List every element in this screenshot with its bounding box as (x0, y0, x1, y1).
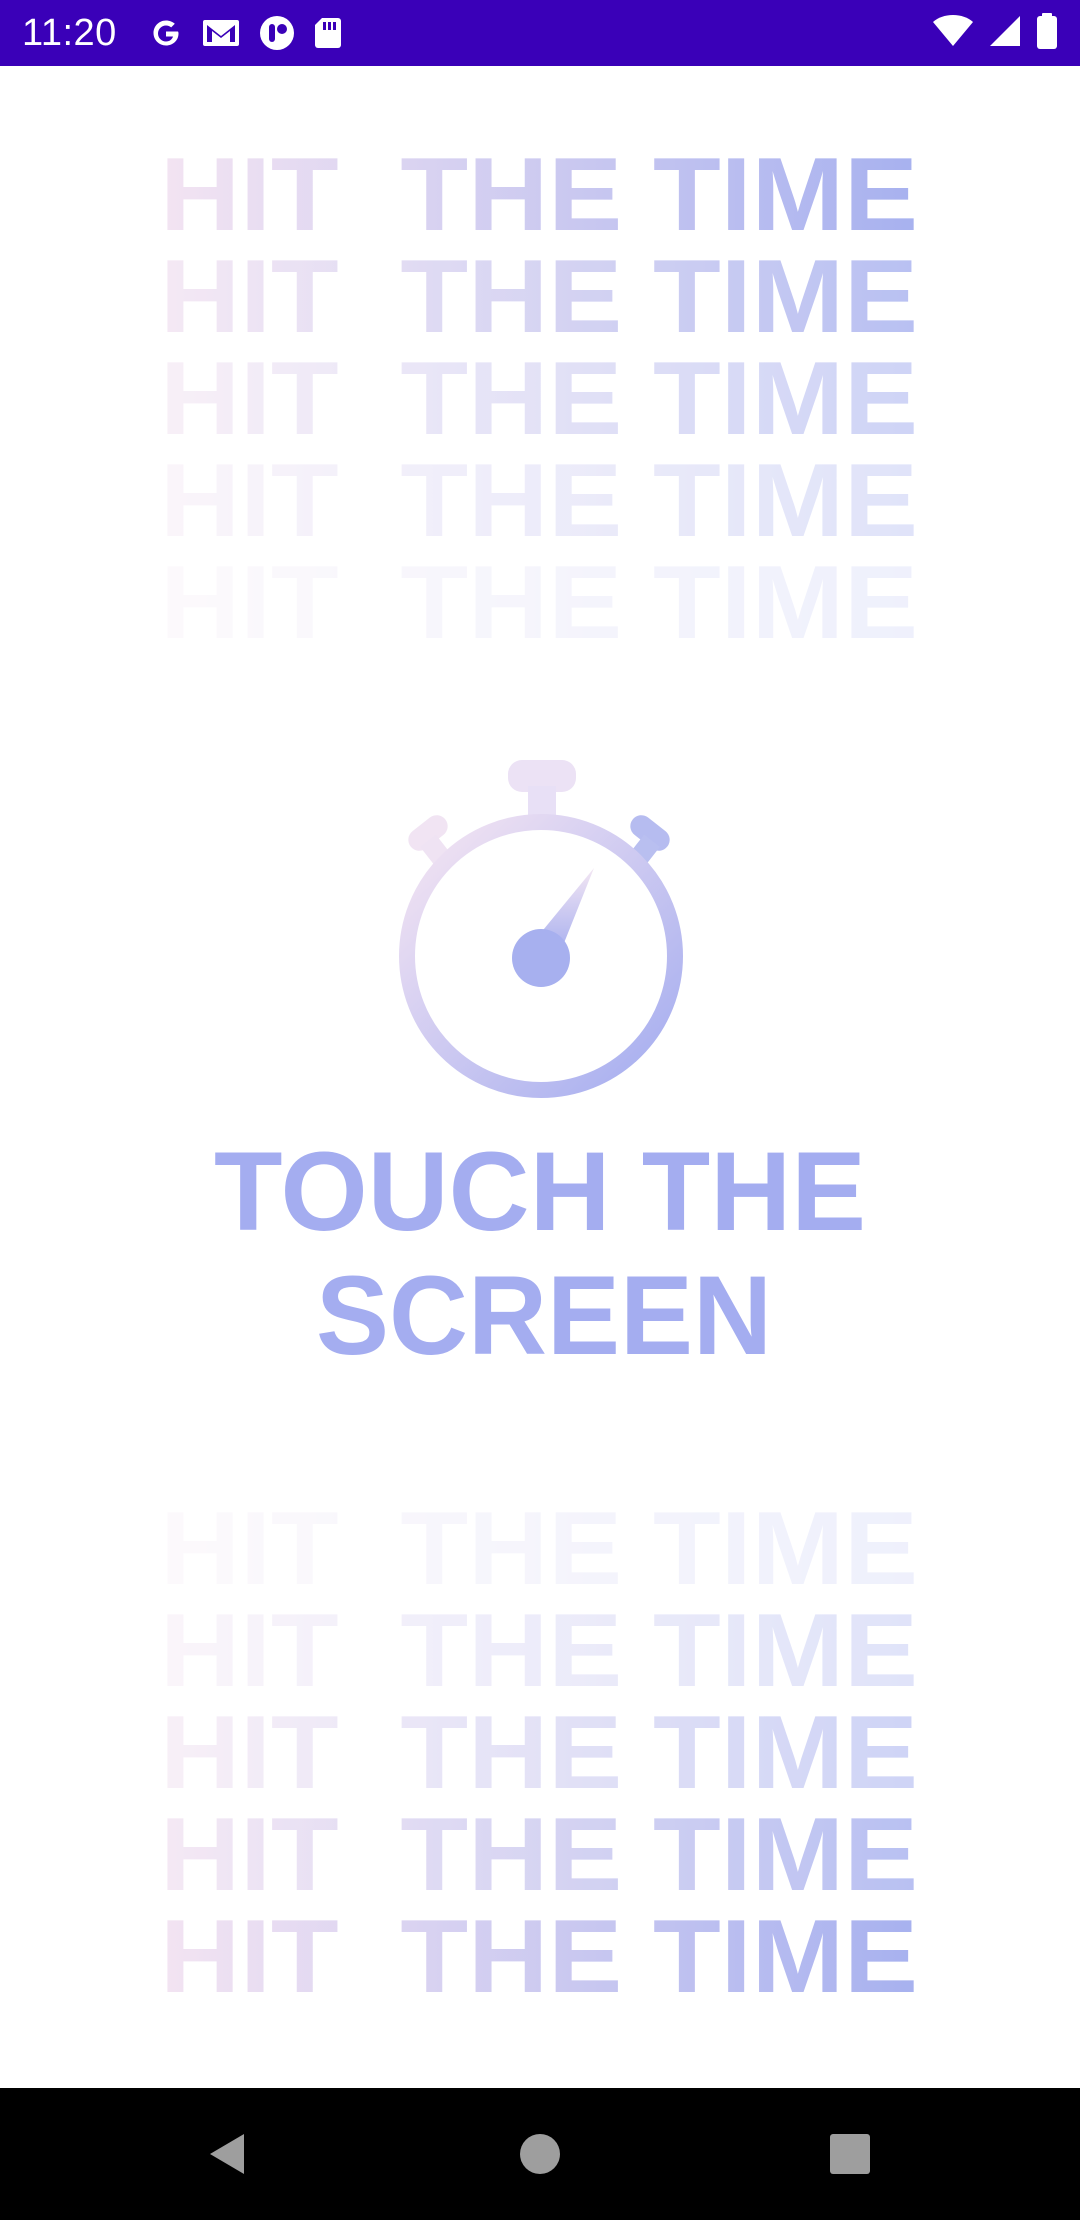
recents-icon (830, 2134, 870, 2174)
status-bar: 11:20 (0, 0, 1080, 66)
banner-line: HIT THE TIME (160, 1808, 918, 1910)
banner-line: HIT THE TIME (160, 454, 918, 556)
system-icons (932, 12, 1058, 54)
banner-line: HIT THE TIME (160, 148, 918, 250)
svg-text:TOUCH THE: TOUCH THE (214, 1140, 866, 1248)
svg-text:HIT THE TIME: HIT THE TIME (160, 1604, 918, 1706)
svg-text:HIT THE TIME: HIT THE TIME (160, 556, 918, 658)
gmail-icon (201, 17, 241, 49)
svg-text:HIT THE TIME: HIT THE TIME (160, 250, 918, 352)
title-line-2: SCREEN (316, 1264, 772, 1372)
svg-text:HIT THE TIME: HIT THE TIME (160, 1706, 918, 1808)
banner-stack-top: HIT THE TIME HIT THE TIME HIT THE TIME H… (0, 148, 1080, 658)
stopwatch-icon (399, 760, 683, 1098)
back-button[interactable] (198, 2124, 258, 2184)
google-icon (149, 16, 183, 50)
cellular-signal-icon (988, 14, 1022, 53)
banner-stack-bottom: HIT THE TIME HIT THE TIME HIT THE TIME H… (0, 1502, 1080, 2012)
svg-text:HIT THE TIME: HIT THE TIME (160, 352, 918, 454)
banner-line: HIT THE TIME (160, 1910, 918, 2012)
title-line-1: TOUCH THE (214, 1140, 866, 1248)
navigation-bar (0, 2088, 1080, 2220)
banner-line: HIT THE TIME (160, 352, 918, 454)
home-icon (520, 2134, 560, 2174)
back-icon (210, 2134, 244, 2174)
banner-line: HIT THE TIME (160, 1604, 918, 1706)
svg-text:SCREEN: SCREEN (316, 1264, 772, 1372)
svg-text:HIT THE TIME: HIT THE TIME (160, 1808, 918, 1910)
app-icon (259, 15, 295, 51)
svg-text:HIT THE TIME: HIT THE TIME (160, 148, 918, 250)
sd-card-icon (313, 16, 343, 50)
battery-icon (1036, 12, 1058, 54)
status-time: 11:20 (22, 11, 117, 54)
home-button[interactable] (510, 2124, 570, 2184)
banner-line: HIT THE TIME (160, 250, 918, 352)
svg-text:HIT THE TIME: HIT THE TIME (160, 1910, 918, 2012)
banner-line: HIT THE TIME (160, 1706, 918, 1808)
notification-icons (149, 15, 343, 51)
splash-content[interactable]: HIT THE TIME HIT THE TIME HIT THE TIME H… (0, 66, 1080, 2088)
recents-button[interactable] (820, 2124, 880, 2184)
banner-line: HIT THE TIME (160, 1502, 918, 1604)
banner-line: HIT THE TIME (160, 556, 918, 658)
svg-text:HIT THE TIME: HIT THE TIME (160, 1502, 918, 1604)
svg-text:HIT THE TIME: HIT THE TIME (160, 454, 918, 556)
wifi-icon (932, 14, 974, 53)
